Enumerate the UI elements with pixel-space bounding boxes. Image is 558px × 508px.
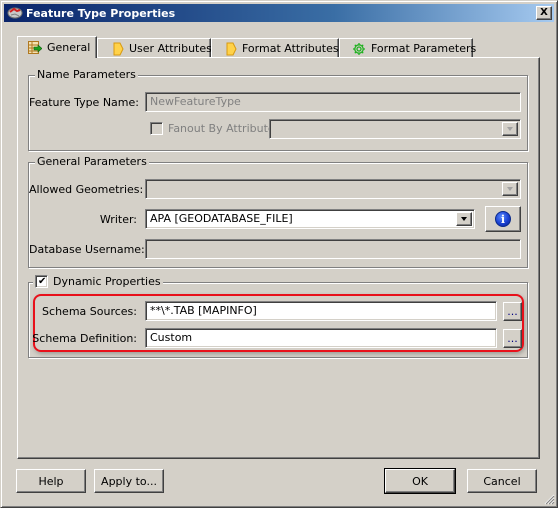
ok-button-label: OK [412, 474, 428, 488]
fanout-by-attribute-label: Fanout By Attribute [168, 122, 275, 135]
dynamic-properties-legend: Dynamic Properties [53, 275, 161, 288]
ellipsis-icon: ... [507, 332, 518, 345]
writer-label: Writer: [99, 213, 137, 226]
group-legend: General Parameters [35, 155, 149, 168]
group-legend: ✔ Dynamic Properties [33, 275, 163, 288]
feature-type-name-input[interactable]: NewFeatureType [145, 92, 521, 112]
schema-sources-input[interactable]: **\*.TAB [MAPINFO] [145, 301, 497, 321]
table-arrow-icon [28, 40, 43, 55]
info-icon: i [495, 211, 511, 227]
cancel-button-label: Cancel [483, 474, 521, 488]
allowed-geometries-label: Allowed Geometries: [29, 183, 144, 196]
general-tab-panel: Name Parameters Feature Type Name: NewFe… [17, 57, 540, 459]
window-title: Feature Type Properties [26, 6, 176, 20]
general-parameters-legend: General Parameters [37, 155, 147, 168]
green-gear-icon [352, 42, 366, 56]
apply-to-button-label: Apply to... [101, 474, 157, 488]
apply-to-button[interactable]: Apply to... [94, 469, 164, 493]
cancel-button[interactable]: Cancel [467, 469, 537, 493]
writer-info-button[interactable]: i [485, 206, 521, 232]
close-button[interactable]: X [536, 6, 552, 20]
feature-type-properties-dialog: Feature Type Properties X General User A… [0, 0, 558, 508]
tab-label: Format Attributes [242, 42, 339, 55]
help-button-label: Help [38, 474, 64, 488]
schema-definition-input[interactable]: Custom [145, 328, 497, 348]
schema-sources-label: Schema Sources: [42, 305, 137, 318]
schema-definition-browse-button[interactable]: ... [503, 329, 522, 348]
checkmark-icon: ✔ [38, 276, 47, 287]
group-legend: Name Parameters [35, 68, 138, 81]
chevron-down-icon[interactable] [502, 122, 518, 136]
database-username-label: Database Username: [29, 243, 145, 256]
chevron-down-icon[interactable] [456, 212, 472, 226]
schema-sources-browse-button[interactable]: ... [503, 302, 522, 321]
allowed-geometries-select[interactable] [145, 179, 521, 199]
help-button[interactable]: Help [16, 469, 86, 493]
dynamic-properties-group: ✔ Dynamic Properties Schema Sources: **\… [28, 275, 528, 358]
close-icon: X [540, 7, 548, 18]
tab-user-attributes[interactable]: User Attributes [97, 38, 212, 58]
tab-label: Format Parameters [371, 42, 477, 55]
database-username-input[interactable] [145, 239, 521, 259]
tab-format-parameters[interactable]: Format Parameters [339, 38, 477, 58]
yellow-diamond-arrow-icon [112, 42, 124, 56]
tab-label: User Attributes [129, 42, 212, 55]
tab-label: General [47, 41, 91, 54]
writer-value: APA [GEODATABASE_FILE] [150, 212, 293, 225]
ok-button[interactable]: OK [384, 468, 456, 494]
feature-type-name-label: Feature Type Name: [29, 96, 139, 109]
writer-select[interactable]: APA [GEODATABASE_FILE] [145, 209, 475, 229]
ellipsis-icon: ... [507, 305, 518, 318]
tab-general[interactable]: General [17, 36, 97, 58]
resize-grip-icon[interactable] [543, 493, 555, 505]
fme-app-icon [7, 6, 23, 20]
title-bar[interactable]: Feature Type Properties X [4, 4, 554, 22]
fanout-by-attribute-checkbox[interactable] [150, 122, 163, 135]
fanout-attribute-select[interactable] [269, 119, 521, 139]
name-parameters-group: Name Parameters Feature Type Name: NewFe… [28, 68, 528, 151]
dynamic-properties-checkbox[interactable]: ✔ [35, 275, 48, 288]
general-parameters-group: General Parameters Allowed Geometries: W… [28, 155, 528, 268]
name-parameters-legend: Name Parameters [37, 68, 136, 81]
tab-format-attributes[interactable]: Format Attributes [211, 38, 339, 58]
chevron-down-icon[interactable] [502, 182, 518, 196]
yellow-diamond-arrow-icon [225, 42, 237, 56]
tab-strip: General User Attributes Format Attribute… [17, 36, 477, 58]
schema-definition-label: Schema Definition: [32, 332, 137, 345]
